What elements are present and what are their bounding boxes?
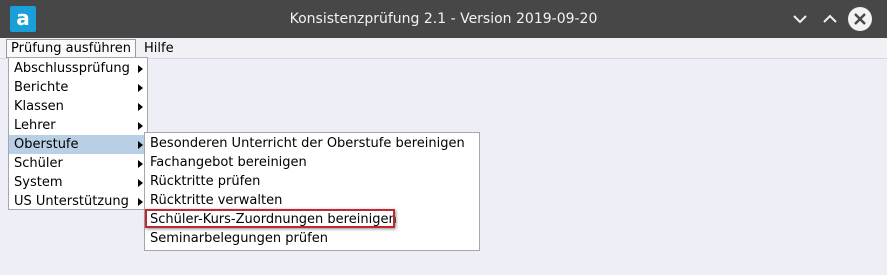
submenu-arrow-icon (138, 84, 143, 92)
chevron-down-icon (793, 15, 807, 24)
menu-item-label: Lehrer (14, 118, 56, 133)
menu-item-label: Klassen (14, 99, 64, 114)
menu-item-schueler[interactable]: Schüler (9, 154, 147, 173)
submenu-arrow-icon (138, 160, 143, 168)
submenu-item-besonderen-unterricht[interactable]: Besonderen Unterricht der Oberstufe bere… (145, 134, 479, 153)
menu-hilfe[interactable]: Hilfe (140, 40, 178, 57)
submenu-item-ruecktritte-pruefen[interactable]: Rücktritte prüfen (145, 172, 479, 191)
menu-item-abschlusspruefung[interactable]: Abschlussprüfung (9, 59, 147, 78)
submenu-arrow-icon (138, 141, 143, 149)
window-title: Konsistenzprüfung 2.1 - Version 2019-09-… (289, 11, 598, 27)
title-bar: a Konsistenzprüfung 2.1 - Version 2019-0… (0, 0, 887, 38)
menu-item-lehrer[interactable]: Lehrer (9, 116, 147, 135)
menu-item-berichte[interactable]: Berichte (9, 78, 147, 97)
menu-item-label: US Unterstützung (14, 194, 129, 209)
chevron-up-icon (823, 14, 837, 23)
menu-pruefung-ausfuehren[interactable]: Prüfung ausführen (6, 39, 136, 58)
submenu-arrow-icon (138, 179, 143, 187)
submenu-item-label: Fachangebot bereinigen (150, 155, 307, 170)
menu-item-label: Berichte (14, 80, 69, 95)
submenu-item-label: Rücktritte prüfen (150, 174, 261, 189)
close-button[interactable] (848, 7, 872, 31)
menu-item-label: System (14, 175, 63, 190)
menu-item-label: Schüler (14, 156, 63, 171)
close-icon (854, 13, 866, 25)
submenu-arrow-icon (138, 198, 143, 206)
maximize-button[interactable] (818, 7, 842, 31)
submenu-arrow-icon (138, 65, 143, 73)
highlight-box (145, 209, 395, 228)
menu-item-oberstufe[interactable]: Oberstufe (9, 135, 147, 154)
menu-item-us-unterstuetzung[interactable]: US Unterstützung (9, 192, 147, 211)
oberstufe-submenu: Besonderen Unterricht der Oberstufe bere… (144, 132, 480, 251)
submenu-item-ruecktritte-verwalten[interactable]: Rücktritte verwalten (145, 191, 479, 210)
submenu-item-label: Besonderen Unterricht der Oberstufe bere… (150, 136, 465, 151)
pruefung-dropdown-menu: Abschlussprüfung Berichte Klassen Lehrer… (8, 57, 148, 210)
menu-item-label: Abschlussprüfung (14, 61, 130, 76)
minimize-button[interactable] (788, 7, 812, 31)
submenu-arrow-icon (138, 122, 143, 130)
menu-item-system[interactable]: System (9, 173, 147, 192)
submenu-arrow-icon (138, 103, 143, 111)
menu-item-klassen[interactable]: Klassen (9, 97, 147, 116)
menu-item-label: Oberstufe (14, 137, 79, 152)
submenu-item-seminarbelegungen[interactable]: Seminarbelegungen prüfen (145, 229, 479, 248)
submenu-item-label: Seminarbelegungen prüfen (150, 231, 328, 246)
submenu-item-fachangebot[interactable]: Fachangebot bereinigen (145, 153, 479, 172)
submenu-item-label: Rücktritte verwalten (150, 193, 283, 208)
menu-bar: Prüfung ausführen Hilfe (0, 38, 887, 59)
